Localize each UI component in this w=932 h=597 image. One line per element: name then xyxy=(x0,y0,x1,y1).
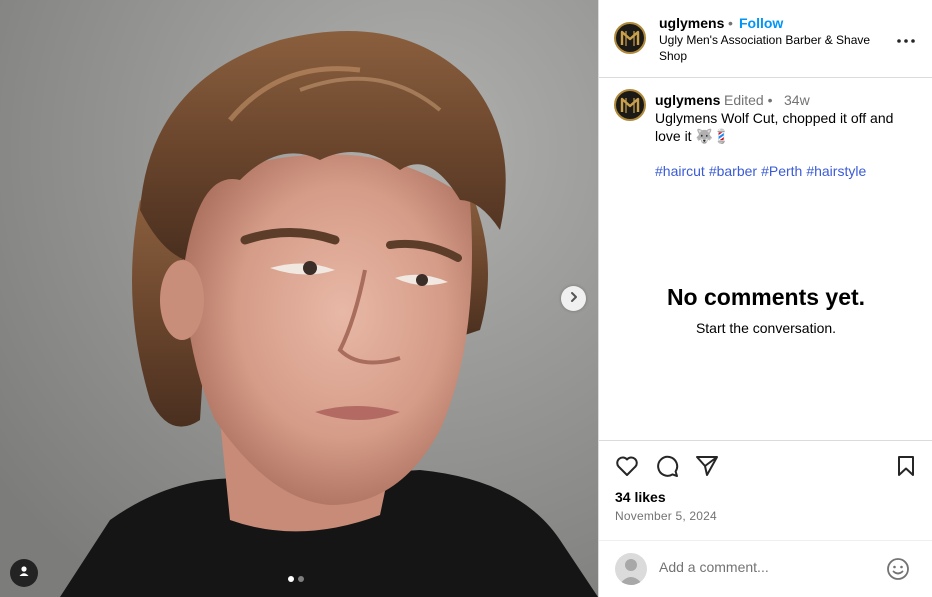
header-separator: • xyxy=(728,15,733,31)
more-options-button[interactable] xyxy=(895,28,917,50)
comment-input[interactable] xyxy=(659,559,879,575)
hashtag-link[interactable]: #barber xyxy=(709,163,757,179)
post-header: uglymens • Follow Ugly Men's Association… xyxy=(599,0,932,78)
portrait-illustration xyxy=(0,0,598,597)
profile-avatar[interactable] xyxy=(614,22,646,54)
emoji-button[interactable] xyxy=(886,557,910,581)
emoji-icon xyxy=(886,558,910,585)
caption-text: Uglymens Wolf Cut, chopped it off and lo… xyxy=(655,110,894,144)
logo-icon xyxy=(620,97,640,113)
post-side-panel: uglymens • Follow Ugly Men's Association… xyxy=(598,0,932,597)
heart-icon xyxy=(615,455,639,482)
caption-username[interactable]: uglymens xyxy=(655,92,720,108)
hashtag-link[interactable]: #hairstyle xyxy=(806,163,866,179)
save-button[interactable] xyxy=(893,455,919,481)
chevron-right-icon xyxy=(568,290,580,308)
header-username[interactable]: uglymens xyxy=(659,15,724,31)
carousel-dot-active xyxy=(288,576,294,582)
comment-form xyxy=(599,540,932,597)
share-button[interactable] xyxy=(694,455,720,481)
comment-button[interactable] xyxy=(654,455,680,481)
hashtag-link[interactable]: #haircut xyxy=(655,163,705,179)
location-link[interactable]: Ugly Men's Association Barber & Shave Sh… xyxy=(659,32,891,64)
action-bar: 34 likes November 5, 2024 xyxy=(599,440,932,540)
empty-comments-title: No comments yet. xyxy=(666,284,866,310)
logo-icon xyxy=(620,30,640,46)
post-image xyxy=(0,0,598,597)
hashtag-list: #haircut #barber #Perth #hairstyle xyxy=(655,163,870,179)
share-icon xyxy=(695,455,719,482)
comments-section: uglymens Edited • 34w Uglymens Wolf Cut,… xyxy=(599,78,932,440)
carousel-indicator xyxy=(288,576,304,582)
like-button[interactable] xyxy=(614,455,640,481)
carousel-dot xyxy=(298,576,304,582)
follow-button[interactable]: Follow xyxy=(739,15,783,31)
bookmark-icon xyxy=(896,455,916,482)
post-date: November 5, 2024 xyxy=(615,509,717,523)
comment-icon xyxy=(655,454,679,483)
edited-label: Edited • xyxy=(724,92,773,108)
user-tag-icon xyxy=(18,564,30,582)
likes-count[interactable]: 34 likes xyxy=(615,489,666,505)
hashtag-link[interactable]: #Perth xyxy=(761,163,802,179)
empty-comments-subtitle: Start the conversation. xyxy=(695,320,837,336)
post-age[interactable]: 34w xyxy=(784,92,810,108)
more-horizontal-icon xyxy=(897,30,915,48)
current-user-avatar xyxy=(615,553,647,585)
tagged-users-button[interactable] xyxy=(10,559,38,587)
next-image-button[interactable] xyxy=(561,286,586,311)
caption-avatar[interactable] xyxy=(614,89,646,121)
